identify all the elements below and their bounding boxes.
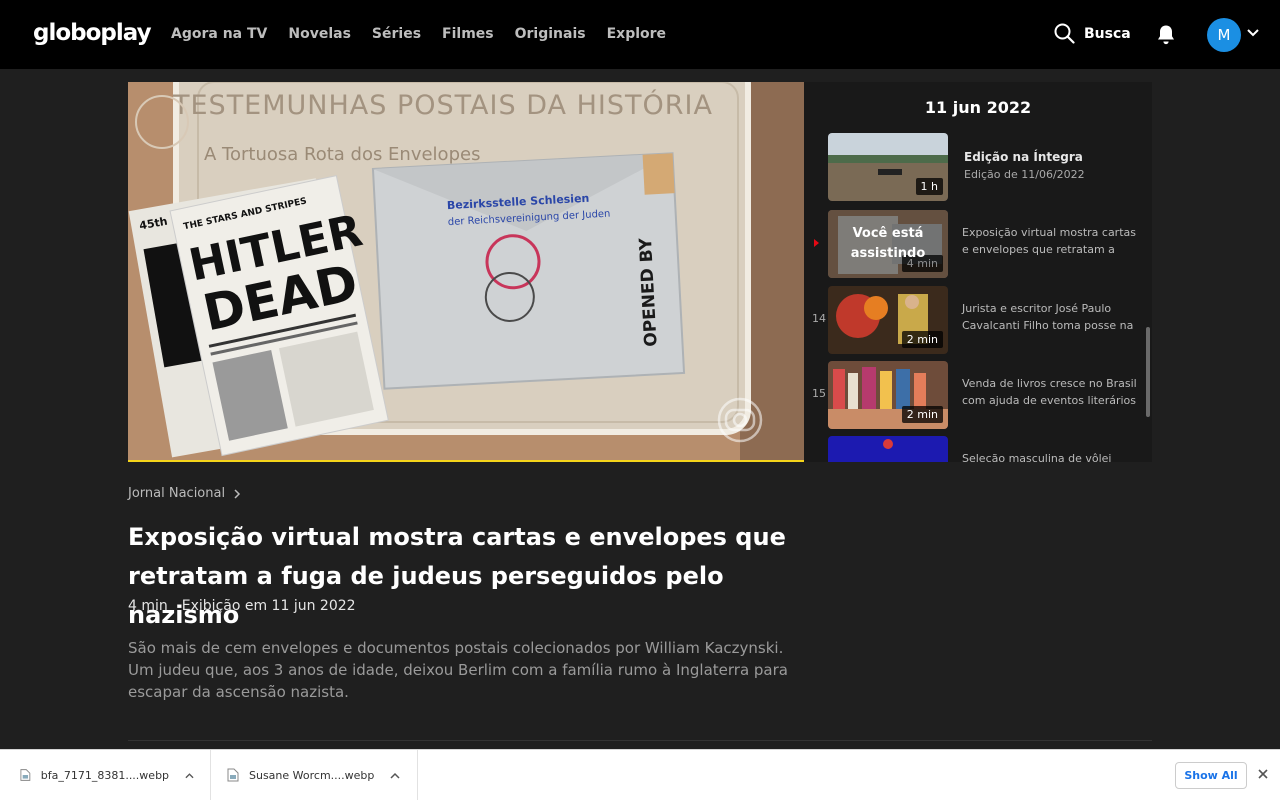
episode-list-scrollbar[interactable] bbox=[1146, 327, 1150, 417]
episode-description: Venda de livros cresce no Brasil com aju… bbox=[962, 377, 1137, 407]
episode-list: 4 min Você está assistindo Exposição vir… bbox=[804, 208, 1152, 462]
episode-description: Exposição virtual mostra cartas e envelo… bbox=[962, 226, 1136, 256]
episode-thumbnail: 2 min bbox=[828, 361, 948, 429]
show-all-button[interactable]: Show All bbox=[1175, 762, 1247, 789]
full-episode-subtitle: Edição de 11/06/2022 bbox=[964, 168, 1085, 181]
episode-number: 15 bbox=[812, 387, 826, 400]
video-description: São mais de cem envelopes e documentos p… bbox=[128, 639, 788, 701]
file-icon bbox=[227, 768, 239, 782]
episode-thumbnail: 2 min bbox=[828, 286, 948, 354]
video-air-date: Exibição em 11 jun 2022 bbox=[181, 598, 356, 614]
top-navigation-bar: globoplay Agora na TV Novelas Séries Fil… bbox=[0, 0, 1280, 69]
main-nav: Agora na TV Novelas Séries Filmes Origin… bbox=[171, 26, 666, 42]
full-episode-thumbnail: 1 h bbox=[828, 133, 948, 201]
now-watching-overlay: Você está assistindo bbox=[828, 210, 948, 278]
nav-agora-na-tv[interactable]: Agora na TV bbox=[171, 26, 267, 42]
episode-list-panel: 11 jun 2022 1 h Edição na Íntegra Edição… bbox=[804, 82, 1152, 462]
globoplay-logo[interactable]: globoplay bbox=[33, 20, 152, 46]
nav-series[interactable]: Séries bbox=[372, 26, 421, 42]
search-icon bbox=[1054, 23, 1075, 44]
close-icon[interactable] bbox=[1256, 767, 1270, 781]
episode-thumbnail bbox=[828, 436, 948, 462]
list-item[interactable]: 14 2 min Jurista e escritor José Paulo C… bbox=[804, 286, 1152, 354]
list-item[interactable]: 15 2 min Venda de livros cresce no Brasi… bbox=[804, 361, 1152, 429]
download-item[interactable]: Susane Worcm....webp bbox=[211, 750, 418, 800]
video-player[interactable]: TESTEMUNHAS POSTAIS DA HISTÓRIA A Tortuo… bbox=[128, 82, 804, 462]
downloads-bar: bfa_7171_8381....webp Susane Worcm....we… bbox=[0, 749, 1280, 800]
video-duration: 4 min bbox=[128, 598, 168, 614]
video-title: Exposição virtual mostra cartas e envelo… bbox=[128, 523, 786, 629]
full-episode-title: Edição na Íntegra bbox=[964, 150, 1083, 164]
video-meta: 4 min Exibição em 11 jun 2022 bbox=[128, 598, 356, 614]
chevron-up-icon[interactable] bbox=[185, 772, 194, 779]
episode-description: Jurista e escritor José Paulo Cavalcanti… bbox=[962, 302, 1134, 332]
nav-filmes[interactable]: Filmes bbox=[442, 26, 494, 42]
list-item-current[interactable]: 4 min Você está assistindo Exposição vir… bbox=[804, 210, 1152, 278]
file-icon bbox=[20, 769, 31, 781]
search-label: Busca bbox=[1084, 25, 1131, 42]
episode-thumbnail: 4 min Você está assistindo bbox=[828, 210, 948, 278]
program-name: Jornal Nacional bbox=[128, 486, 226, 501]
nav-explore[interactable]: Explore bbox=[607, 26, 666, 42]
download-filename: Susane Worcm....webp bbox=[249, 768, 375, 782]
chevron-up-icon[interactable] bbox=[390, 772, 400, 779]
board-title: TESTEMUNHAS POSTAIS DA HISTÓRIA bbox=[172, 89, 713, 121]
video-frame: TESTEMUNHAS POSTAIS DA HISTÓRIA A Tortuo… bbox=[128, 82, 804, 462]
nav-novelas[interactable]: Novelas bbox=[288, 26, 351, 42]
duration-badge: 2 min bbox=[901, 331, 943, 348]
video-progress-bar[interactable] bbox=[128, 460, 804, 462]
list-item[interactable]: Seleção masculina de vôlei bbox=[804, 436, 1152, 462]
episode-description: Seleção masculina de vôlei bbox=[962, 452, 1112, 462]
panel-date: 11 jun 2022 bbox=[924, 98, 1032, 117]
search-button[interactable]: Busca bbox=[1054, 23, 1131, 44]
now-playing-indicator bbox=[814, 239, 819, 247]
watching-label-1: Você está bbox=[852, 226, 924, 241]
duration-badge: 1 h bbox=[915, 178, 943, 195]
episode-number: 14 bbox=[812, 312, 826, 325]
nav-originais[interactable]: Originais bbox=[515, 26, 586, 42]
download-item[interactable]: bfa_7171_8381....webp bbox=[0, 750, 211, 800]
full-episode-item[interactable]: 1 h Edição na Íntegra Edição de 11/06/20… bbox=[828, 133, 1138, 201]
user-avatar[interactable]: M bbox=[1207, 18, 1241, 52]
program-breadcrumb[interactable]: Jornal Nacional bbox=[128, 486, 241, 501]
chevron-down-icon[interactable] bbox=[1246, 28, 1260, 38]
board-subtitle: A Tortuosa Rota dos Envelopes bbox=[204, 144, 480, 165]
section-divider bbox=[128, 740, 1152, 741]
notification-bell-icon[interactable] bbox=[1156, 24, 1176, 46]
download-filename: bfa_7171_8381....webp bbox=[40, 768, 170, 782]
chevron-right-icon bbox=[234, 488, 241, 499]
watching-label-2: assistindo bbox=[850, 246, 926, 261]
duration-badge: 2 min bbox=[901, 406, 943, 423]
